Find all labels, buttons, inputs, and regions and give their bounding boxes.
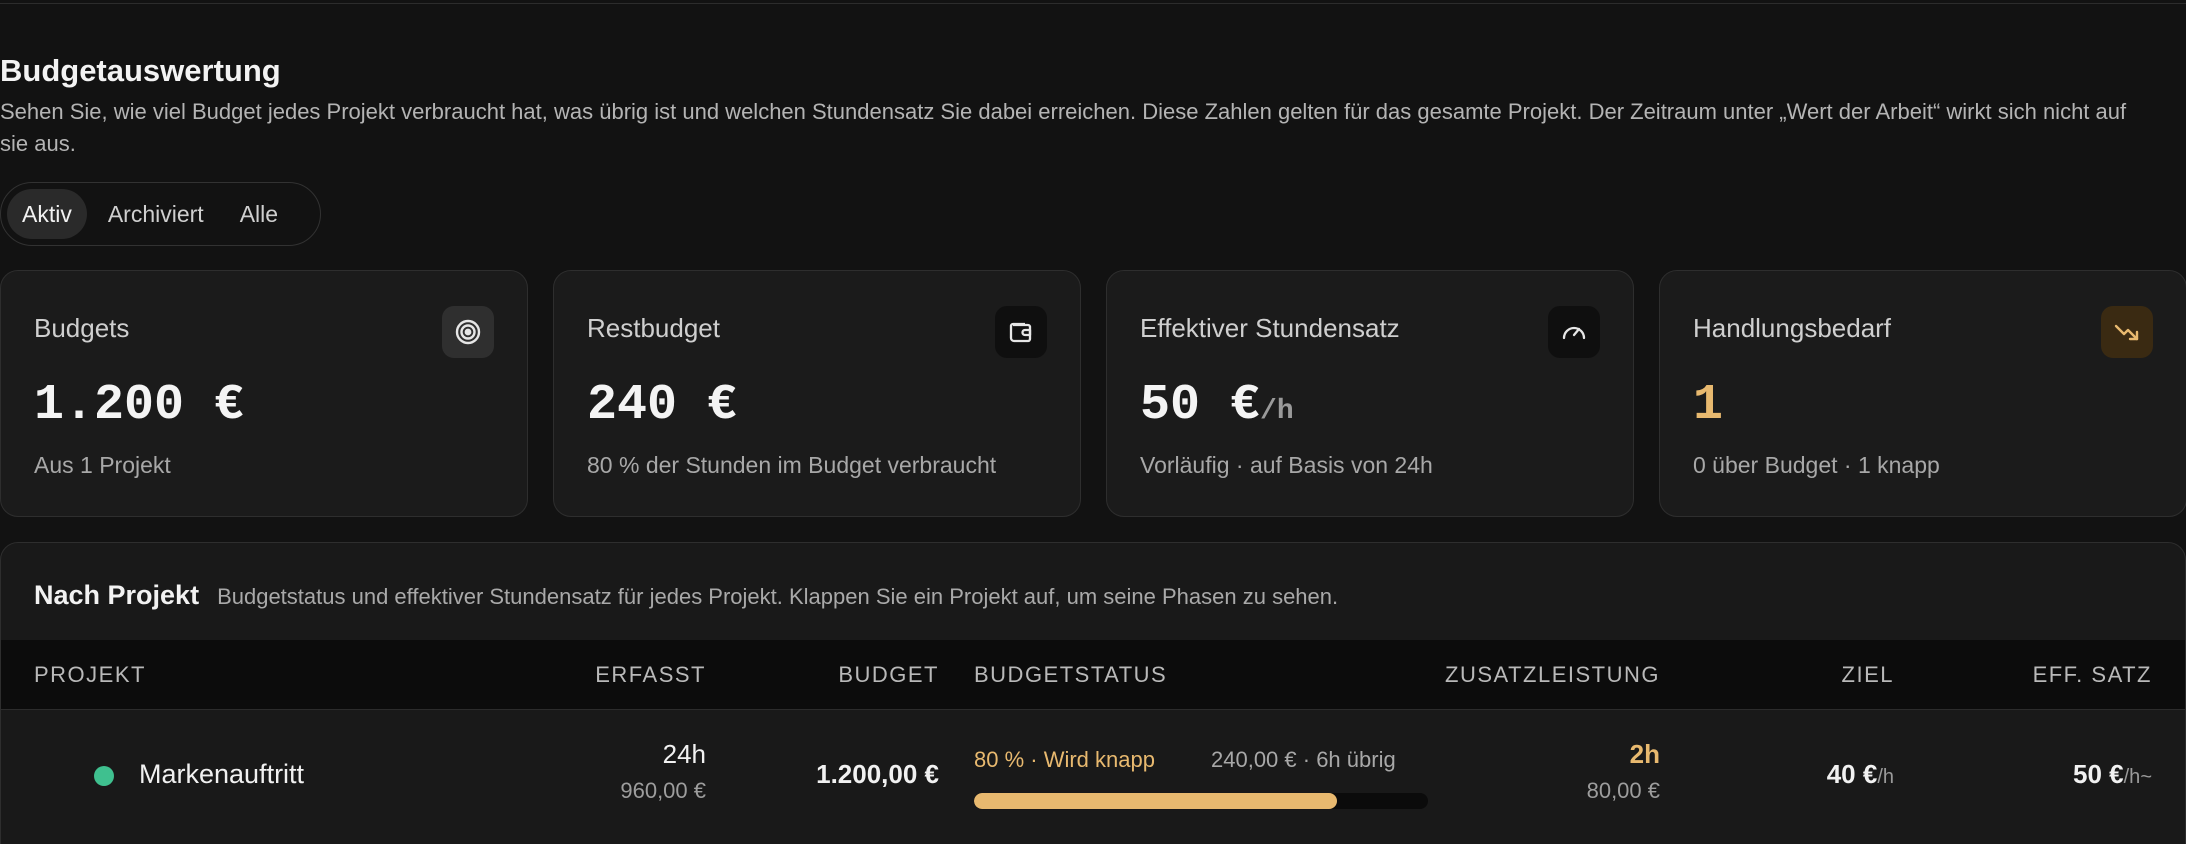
card-value: 1 <box>1693 377 1724 434</box>
budget-value: 1.200,00 € <box>816 759 939 789</box>
filter-tabs: Aktiv Archiviert Alle <box>0 182 321 246</box>
eff-rate-unit: /h <box>2123 766 2141 788</box>
target-unit: /h <box>1877 766 1894 788</box>
extra-value: 80,00 € <box>1586 778 1660 803</box>
table-description: Budgetstatus und effektiver Stundensatz … <box>217 584 1339 609</box>
card-effektiver-stundensatz: Effektiver Stundensatz 50 €/h Vorläufig … <box>1106 270 1634 517</box>
column-header-budget[interactable]: BUDGET <box>838 662 939 688</box>
extra-hours: 2h <box>1629 739 1660 769</box>
table-title: Nach Projekt <box>34 580 200 610</box>
column-header-ziel[interactable]: ZIEL <box>1842 662 1894 688</box>
target-value: 40 € <box>1826 759 1878 789</box>
column-header-erfasst[interactable]: ERFASST <box>595 662 706 688</box>
budget-remaining: 240,00 € · 6h übrig <box>1211 747 1396 772</box>
project-table: Nach Projekt Budgetstatus und effektiver… <box>0 542 2186 844</box>
page-description: Sehen Sie, wie viel Budget jedes Projekt… <box>0 99 2127 156</box>
card-handlungsbedarf: Handlungsbedarf 1 0 über Budget · 1 knap… <box>1659 270 2186 517</box>
table-header: Nach Projekt Budgetstatus und effektiver… <box>34 580 1338 611</box>
card-value-unit: /h <box>1260 396 1294 427</box>
target-cell: 40 €/h <box>1827 759 1894 790</box>
card-budgets: Budgets 1.200 € Aus 1 Projekt <box>0 270 528 517</box>
target-icon <box>442 306 494 358</box>
top-divider <box>0 3 2186 4</box>
budget-status-label: 80 % · Wird knapp <box>974 747 1155 772</box>
card-label: Effektiver Stundensatz <box>1140 313 1400 343</box>
card-value: 50 €/h <box>1140 377 1294 434</box>
column-header-budgetstatus[interactable]: BUDGETSTATUS <box>974 662 1167 688</box>
project-status-dot <box>94 766 114 786</box>
tab-archiviert[interactable]: Archiviert <box>93 189 219 239</box>
card-restbudget: Restbudget 240 € 80 % der Stunden im Bud… <box>553 270 1081 517</box>
card-label: Restbudget <box>587 313 720 343</box>
budget-progress-fill <box>974 793 1338 809</box>
card-subtext: 0 über Budget · 1 knapp <box>1693 452 1940 478</box>
card-value: 1.200 € <box>34 377 245 434</box>
trending-down-icon <box>2101 306 2153 358</box>
wallet-icon <box>995 306 1047 358</box>
extra-cell: 2h 80,00 € <box>1587 739 1660 804</box>
column-header-row: PROJEKT ERFASST BUDGET BUDGETSTATUS ZUSA… <box>1 640 2185 710</box>
recorded-value: 960,00 € <box>620 778 706 803</box>
card-value: 240 € <box>587 377 738 434</box>
card-label: Handlungsbedarf <box>1693 313 1892 343</box>
column-header-zusatzleistung[interactable]: ZUSATZLEISTUNG <box>1445 662 1660 688</box>
recorded-cell: 24h 960,00 € <box>620 739 706 804</box>
card-subtext: Vorläufig · auf Basis von 24h <box>1140 452 1433 478</box>
card-subtext: Aus 1 Projekt <box>34 452 171 478</box>
eff-rate-value: 50 € <box>2073 759 2124 789</box>
card-label: Budgets <box>34 313 130 343</box>
gauge-icon <box>1548 306 1600 358</box>
page-title: Budgetauswertung <box>0 53 281 88</box>
page-header: Budgetauswertung Sehen Sie, wie viel Bud… <box>0 52 2140 160</box>
column-header-projekt[interactable]: PROJEKT <box>34 662 146 688</box>
table-row[interactable]: Markenauftritt 24h 960,00 € 1.200,00 € 8… <box>1 711 2185 844</box>
budget-progress-bar <box>974 793 1428 809</box>
column-header-eff-satz[interactable]: EFF. SATZ <box>2033 662 2152 688</box>
tab-alle[interactable]: Alle <box>225 189 293 239</box>
eff-rate-approx: ~ <box>2140 766 2152 788</box>
project-name[interactable]: Markenauftritt <box>139 759 304 790</box>
recorded-hours: 24h <box>662 739 706 769</box>
tab-aktiv[interactable]: Aktiv <box>7 189 87 239</box>
card-subtext: 80 % der Stunden im Budget verbraucht <box>587 452 997 478</box>
budget-cell: 1.200,00 € <box>816 759 939 790</box>
eff-rate-cell: 50 €/h~ <box>2073 759 2152 790</box>
